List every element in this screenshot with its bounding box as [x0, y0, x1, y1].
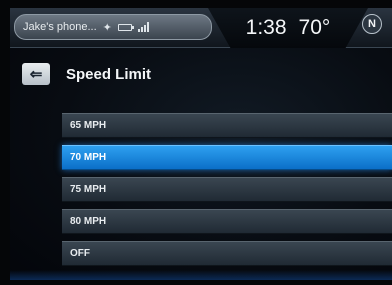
back-button[interactable]: ⇐ [22, 63, 50, 85]
speed-option-80[interactable]: 80 MPH [62, 209, 392, 234]
speed-option-label: 70 MPH [70, 152, 107, 163]
speed-limit-list: 65 MPH 70 MPH 75 MPH 80 MPH OFF [62, 113, 392, 273]
speed-option-75[interactable]: 75 MPH [62, 177, 392, 202]
phone-status-button[interactable]: Jake's phone... ✦ [14, 14, 212, 40]
signal-icon [137, 22, 149, 32]
outside-temperature: 70° [298, 16, 331, 39]
speed-option-70[interactable]: 70 MPH [62, 145, 392, 170]
status-bar: Jake's phone... ✦ 1:38 70° N [10, 8, 392, 48]
speed-option-label: 75 MPH [70, 184, 107, 195]
clock: 1:38 [245, 16, 287, 39]
speed-option-65[interactable]: 65 MPH [62, 113, 392, 138]
speed-option-label: 80 MPH [70, 216, 107, 227]
page-title: Speed Limit [66, 66, 152, 83]
bottom-glow [10, 270, 392, 280]
phone-name: Jake's phone... [23, 21, 97, 33]
battery-icon [117, 23, 134, 31]
clock-temperature-tab: 1:38 70° [208, 8, 368, 48]
back-arrow-icon: ⇐ [29, 65, 43, 83]
infotainment-screen: Jake's phone... ✦ 1:38 70° N ⇐ Speed Lim… [10, 8, 392, 280]
speed-option-label: 65 MPH [70, 120, 107, 131]
bluetooth-icon: ✦ [102, 21, 112, 34]
speed-option-label: OFF [70, 248, 90, 259]
compass-heading: N [368, 18, 376, 30]
compass-icon: N [362, 14, 382, 34]
speed-option-off[interactable]: OFF [62, 241, 392, 266]
